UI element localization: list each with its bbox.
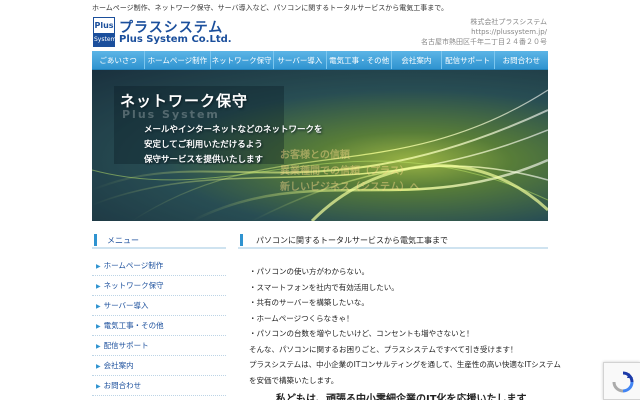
site-tagline: ホームページ制作、ネットワーク保守、サーバ導入など、パソコンに関するトータルサー…	[92, 4, 448, 12]
sidebar-item-company[interactable]: ▶ 会社案内	[92, 356, 226, 376]
sidebar-menu: ▶ ホームページ制作 ▶ ネットワーク保守 ▶ サーバー導入 ▶ 電気工事・その他 ▶ 配…	[92, 256, 226, 396]
hero-description: メールやインターネットなどのネットワークを 安定してご利用いただけるよう 保守サ…	[144, 123, 323, 168]
main-heading: パソコンに関するトータルサービスから電気工事まで	[238, 232, 548, 249]
hero-banner: Plus System お客様との信頼 異業種間での信頼（プラス） 新しいビジネ…	[92, 70, 548, 221]
sidebar-item-label: 配信サポート	[103, 341, 149, 350]
triangle-right-icon: ▶	[96, 303, 101, 310]
hero-line: メールやインターネットなどのネットワークを	[144, 125, 323, 135]
nav-item-electric[interactable]: 電気工事・その他	[327, 51, 393, 69]
sidebar-item-label: 会社案内	[103, 361, 134, 370]
sidebar-item-server[interactable]: ▶ サーバー導入	[92, 296, 226, 316]
logo-mark-top: Plus	[94, 18, 114, 33]
nav-item-server[interactable]: サーバー導入	[274, 51, 327, 69]
content-line: プラスシステムは、中小企業のITコンサルティングを通して、生産性の高い快適なIT…	[249, 360, 561, 369]
sidebar-item-label: ネットワーク保守	[103, 281, 164, 290]
company-name: 株式会社プラスシステム	[470, 18, 547, 26]
content-line: ・スマートフォンを社内で有効活用したい。	[249, 282, 399, 292]
sidebar-item-contact[interactable]: ▶ お問合わせ	[92, 376, 226, 396]
company-url[interactable]: https://plussystem.jp/	[421, 27, 547, 37]
hero-line: 安定してご利用いただけるよう	[144, 140, 263, 150]
global-nav: ごあいさつ ホームページ制作 ネットワーク保守 サーバー導入 電気工事・その他 …	[92, 51, 548, 70]
content-line: ・パソコンの使い方がわからない。	[249, 267, 369, 276]
main-content: ・パソコンの使い方がわからない。 ・スマートフォンを社内で有効活用したい。 ・共…	[249, 264, 561, 388]
site-logo[interactable]: Plus System プラスシステム Plus System Co.Ltd.	[93, 17, 232, 47]
triangle-right-icon: ▶	[96, 383, 101, 390]
hero-title: ネットワーク保守	[120, 92, 249, 110]
nav-item-greeting[interactable]: ごあいさつ	[92, 51, 146, 69]
content-line: そんな、パソコンに関するお困りごと、プラスシステムですべて引き受けます！	[249, 344, 518, 354]
sidebar-item-stream[interactable]: ▶ 配信サポート	[92, 336, 226, 356]
nav-item-contact[interactable]: お問合わせ	[495, 51, 548, 69]
main-heading-label: パソコンに関するトータルサービスから電気工事まで	[256, 236, 448, 245]
hero-ghost-line: 新しいビジネス（システム）へ	[280, 182, 420, 193]
sidebar-item-label: 電気工事・その他	[103, 321, 164, 330]
sidebar-heading-label: メニュー	[107, 236, 139, 245]
nav-item-network[interactable]: ネットワーク保守	[211, 51, 274, 69]
recaptcha-icon	[612, 371, 634, 393]
main-statement: 私どもは、頑張る中小零細企業のIT化を応援いたします	[276, 394, 527, 400]
content-line: ・ホームページつくらなきゃ！	[249, 313, 354, 323]
content-line: ・共有のサーバーを構築したいな。	[249, 298, 369, 307]
nav-item-company[interactable]: 会社案内	[392, 51, 442, 69]
sidebar-item-label: サーバー導入	[103, 301, 149, 310]
sidebar-item-electric[interactable]: ▶ 電気工事・その他	[92, 316, 226, 336]
nav-item-web[interactable]: ホームページ制作	[145, 51, 211, 69]
logo-mark: Plus System	[93, 17, 116, 47]
logo-name-en: Plus System Co.Ltd.	[119, 34, 232, 45]
content-line: を安価で構築いたします。	[249, 375, 339, 385]
sidebar-heading: メニュー	[92, 232, 226, 249]
content-line: ・パソコンの台数を増やしたいけど、コンセントも増やさないと！	[249, 329, 474, 338]
logo-mark-bottom: System	[94, 33, 116, 47]
hero-line: 保守サービスを提供いたします	[144, 155, 264, 165]
recaptcha-badge[interactable]	[603, 362, 640, 400]
triangle-right-icon: ▶	[96, 263, 101, 270]
company-info: 株式会社プラスシステム https://plussystem.jp/ 名古屋市熱…	[421, 17, 547, 47]
sidebar-item-label: お問合わせ	[103, 381, 142, 390]
sidebar-item-network[interactable]: ▶ ネットワーク保守	[92, 276, 226, 296]
triangle-right-icon: ▶	[96, 343, 101, 350]
nav-item-stream[interactable]: 配信サポート	[442, 51, 495, 69]
sidebar-item-label: ホームページ制作	[103, 261, 164, 270]
sidebar-item-web[interactable]: ▶ ホームページ制作	[92, 256, 226, 276]
heading-accent-bar	[240, 234, 243, 246]
heading-accent-bar	[94, 234, 97, 246]
triangle-right-icon: ▶	[96, 363, 101, 370]
triangle-right-icon: ▶	[96, 323, 101, 330]
company-address: 名古屋市熱田区千年二丁目２４番２０号	[421, 38, 547, 46]
triangle-right-icon: ▶	[96, 283, 101, 290]
